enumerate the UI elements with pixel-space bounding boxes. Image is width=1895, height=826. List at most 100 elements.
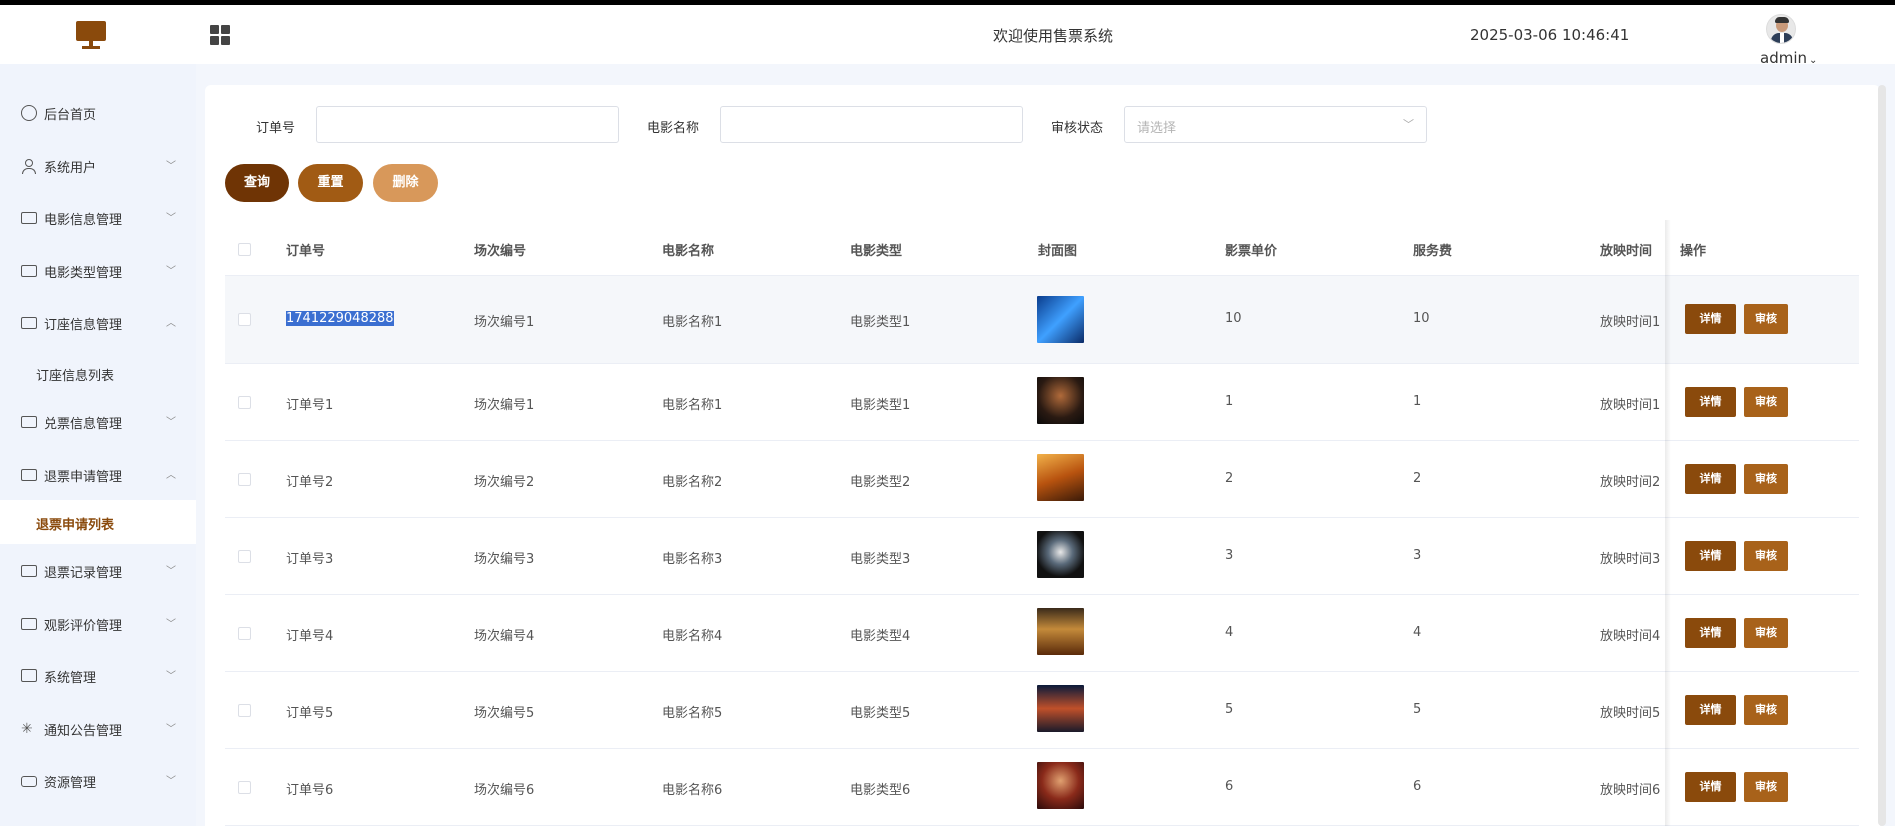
sidebar-item-label: 系统用户 [44,161,97,176]
table-row[interactable]: 订单号5 场次编号5 电影名称5 电影类型5 5 5 放映时间5 详情 审核 [225,672,1859,749]
sidebar-item-system-users[interactable]: 系统用户 ﹀ [0,144,196,188]
detail-button[interactable]: 详情 [1685,695,1736,725]
order-no-input[interactable] [316,106,619,143]
row-checkbox[interactable] [238,550,251,563]
detail-button[interactable]: 详情 [1685,304,1736,334]
detail-button[interactable]: 详情 [1685,618,1736,648]
sidebar-subitem-refund-list[interactable]: 退票申请列表 [0,500,196,544]
movie-cell: 电影名称1 [662,398,723,413]
sidebar-item-system-management[interactable]: 系统管理 ﹀ [0,654,196,698]
sidebar-item-label: 资源管理 [44,776,97,791]
sidebar-item-label: 系统管理 [44,671,97,686]
audit-button[interactable]: 审核 [1744,387,1788,417]
user-icon [21,158,37,174]
table-row[interactable]: 订单号4 场次编号4 电影名称4 电影类型4 4 4 放映时间4 详情 审核 [225,595,1859,672]
select-placeholder: 请选择 [1137,121,1177,136]
cover-image [1037,608,1084,655]
chevron-down-icon: ﹀ [166,213,176,224]
type-cell: 电影类型2 [850,475,911,490]
sidebar-item-label: 退票记录管理 [44,566,123,581]
order-no-cell: 订单号3 [286,552,334,567]
detail-button[interactable]: 详情 [1685,541,1736,571]
sidebar-item-reviews[interactable]: 观影评价管理 ﹀ [0,602,196,646]
chevron-down-icon: ﹀ [166,619,176,630]
query-button[interactable]: 查询 [225,164,289,202]
row-checkbox[interactable] [238,781,251,794]
sidebar: 后台首页 系统用户 ﹀ 电影信息管理 ﹀ 电影类型管理 ﹀ 订座信息管理 ︿ 订… [0,64,196,826]
sidebar-item-resources[interactable]: 资源管理 ﹀ [0,759,196,803]
card-icon [21,469,37,481]
table-row[interactable]: 订单号2 场次编号2 电影名称2 电影类型2 2 2 放映时间2 详情 审核 [225,441,1859,518]
chevron-down-icon: ﹀ [166,566,176,577]
sidebar-item-refund-records[interactable]: 退票记录管理 ﹀ [0,549,196,593]
column-header: 订单号 [286,244,326,259]
order-no-cell: 订单号2 [286,475,334,490]
time-cell: 放映时间5 [1600,706,1661,721]
table-row[interactable]: 订单号1 场次编号1 电影名称1 电影类型1 1 1 放映时间1 详情 审核 [225,364,1859,441]
user-menu[interactable]: admin ⌄ [1760,49,1817,67]
cover-image [1037,377,1084,424]
sidebar-item-dashboard[interactable]: 后台首页 [0,91,196,135]
sidebar-item-booking-info[interactable]: 订座信息管理 ︿ [0,301,196,345]
sidebar-item-refund-request[interactable]: 退票申请管理 ︿ [0,453,196,497]
session-cell: 场次编号1 [474,398,535,413]
row-checkbox[interactable] [238,627,251,640]
chevron-down-icon: ﹀ [1403,118,1414,131]
card-icon [21,317,37,329]
column-header: 影票单价 [1225,244,1278,259]
sidebar-subitem-booking-list[interactable]: 订座信息列表 [0,351,196,395]
reset-button[interactable]: 重置 [298,164,363,202]
clock-icon [21,105,37,121]
username: admin [1760,49,1807,67]
select-all-checkbox[interactable] [238,243,251,256]
fixed-column-shadow [1665,220,1671,826]
sidebar-item-notices[interactable]: ✳ 通知公告管理 ﹀ [0,707,196,751]
fee-cell: 10 [1413,311,1430,326]
sidebar-item-ticket-exchange[interactable]: 兑票信息管理 ﹀ [0,400,196,444]
session-cell: 场次编号1 [474,315,535,330]
audit-button[interactable]: 审核 [1744,772,1788,802]
type-cell: 电影类型1 [850,398,911,413]
row-checkbox[interactable] [238,396,251,409]
time-cell: 放映时间2 [1600,475,1661,490]
table-row[interactable]: 1741229048288 场次编号1 电影名称1 电影类型1 10 10 放映… [225,276,1859,364]
detail-button[interactable]: 详情 [1685,387,1736,417]
row-checkbox[interactable] [238,704,251,717]
session-cell: 场次编号2 [474,475,535,490]
row-checkbox[interactable] [238,473,251,486]
price-cell: 10 [1225,311,1242,326]
row-checkbox[interactable] [238,313,251,326]
chevron-up-icon: ︿ [166,470,176,481]
audit-button[interactable]: 审核 [1744,695,1788,725]
audit-status-select[interactable]: 请选择 ﹀ [1124,106,1427,143]
audit-button[interactable]: 审核 [1744,464,1788,494]
movie-cell: 电影名称5 [662,706,723,721]
audit-button[interactable]: 审核 [1744,618,1788,648]
movie-cell: 电影名称2 [662,475,723,490]
avatar[interactable] [1766,14,1796,44]
type-cell: 电影类型3 [850,552,911,567]
scrollbar[interactable] [1878,85,1886,826]
card-icon [21,565,37,577]
sidebar-item-label: 兑票信息管理 [44,417,123,432]
audit-button[interactable]: 审核 [1744,541,1788,571]
detail-button[interactable]: 详情 [1685,772,1736,802]
movie-name-label: 电影名称 [647,121,700,136]
cover-image [1037,454,1084,501]
time-cell: 放映时间1 [1600,315,1661,330]
table-row[interactable]: 订单号3 场次编号3 电影名称3 电影类型3 3 3 放映时间3 详情 审核 [225,518,1859,595]
sidebar-item-label: 电影信息管理 [44,213,123,228]
card-icon [21,265,37,277]
delete-button[interactable]: 删除 [373,164,438,202]
detail-button[interactable]: 详情 [1685,464,1736,494]
fee-cell: 4 [1413,625,1422,640]
sidebar-item-movie-type[interactable]: 电影类型管理 ﹀ [0,249,196,293]
cover-image [1037,531,1084,578]
sidebar-item-movie-info[interactable]: 电影信息管理 ﹀ [0,196,196,240]
column-header: 电影名称 [662,244,715,259]
movie-cell: 电影名称4 [662,629,723,644]
table-row[interactable]: 订单号6 场次编号6 电影名称6 电影类型6 6 6 放映时间6 详情 审核 [225,749,1859,826]
column-header: 电影类型 [850,244,903,259]
audit-button[interactable]: 审核 [1744,304,1788,334]
movie-name-input[interactable] [720,106,1023,143]
